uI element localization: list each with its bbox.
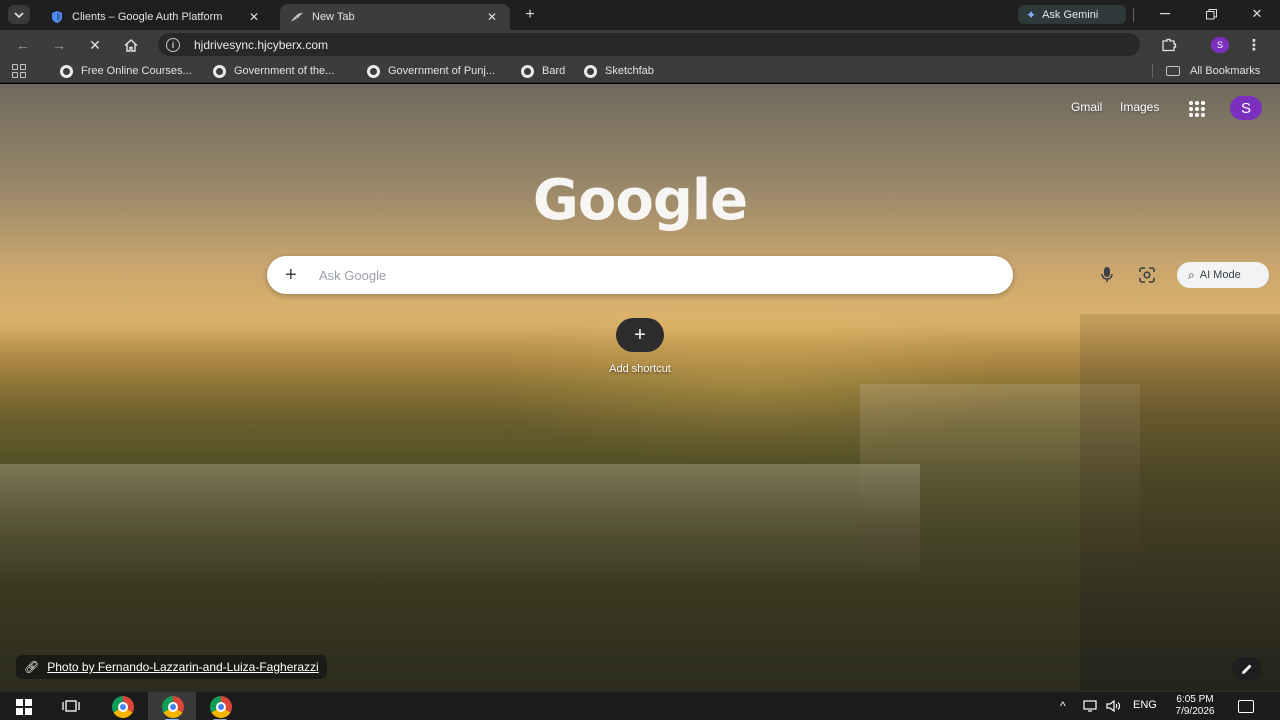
clock[interactable]: 6:05 PM 7/9/2026 xyxy=(1166,694,1224,718)
plus-icon: + xyxy=(634,323,646,346)
chevron-up-icon[interactable]: ^ xyxy=(1060,699,1066,713)
bookmark-item[interactable]: Sketchfab xyxy=(584,63,654,79)
close-window-button[interactable]: ✕ xyxy=(1242,4,1272,24)
restore-icon xyxy=(1205,8,1217,19)
stop-loading-button[interactable]: ✕ xyxy=(84,34,106,56)
all-bookmarks-button[interactable]: All Bookmarks xyxy=(1166,63,1260,79)
globe-icon xyxy=(367,64,380,78)
url-text: hjdrivesync.hjcyberx.com xyxy=(194,37,329,52)
tab-clients[interactable]: Clients – Google Auth Platform ✕ xyxy=(40,4,272,30)
chrome-profile-taskbar-icon[interactable] xyxy=(162,696,184,718)
clock-time: 6:05 PM xyxy=(1176,694,1214,705)
microphone-icon[interactable] xyxy=(1099,265,1115,285)
new-tab-button[interactable]: + xyxy=(520,5,540,25)
chevron-down-icon xyxy=(14,11,24,18)
task-view-icon[interactable] xyxy=(62,699,80,713)
forward-button[interactable]: → xyxy=(48,34,70,56)
toolbar: ← → ✕ i hjdrivesync.hjcyberx.com S ⋮ xyxy=(0,30,1280,59)
gmail-link[interactable]: Gmail xyxy=(1071,100,1102,114)
divider xyxy=(1133,8,1134,22)
bookmark-label: Government of the... xyxy=(234,65,335,77)
forward-arrow-icon: → xyxy=(52,37,66,53)
bookmark-label: Free Online Courses... xyxy=(81,65,192,77)
search-input[interactable] xyxy=(319,264,819,286)
more-menu-icon[interactable]: ⋮ xyxy=(1244,34,1264,56)
ai-mode-button[interactable]: ⌕ AI Mode xyxy=(1177,262,1269,288)
back-arrow-icon: ← xyxy=(16,37,30,53)
ask-gemini-label: Ask Gemini xyxy=(1042,8,1099,21)
search-box: + ⌕ AI Mode xyxy=(267,256,1269,294)
ai-search-icon: ⌕ xyxy=(1188,267,1195,282)
bookmark-label: Sketchfab xyxy=(605,65,654,77)
globe-icon xyxy=(521,64,534,78)
add-shortcut-label: Add shortcut xyxy=(609,363,671,375)
close-icon: ✕ xyxy=(1251,6,1263,21)
all-bookmarks-label: All Bookmarks xyxy=(1190,65,1261,77)
minimize-icon xyxy=(1160,13,1170,15)
tab-search-button[interactable] xyxy=(8,5,30,24)
bookmark-item[interactable]: Government of the... xyxy=(213,63,334,79)
ask-gemini-button[interactable]: ✦ Ask Gemini xyxy=(1018,5,1126,24)
network-icon[interactable] xyxy=(1083,700,1099,712)
clock-date: 7/9/2026 xyxy=(1175,706,1215,717)
shield-icon xyxy=(50,10,64,24)
address-bar[interactable]: i hjdrivesync.hjcyberx.com xyxy=(158,33,1140,56)
google-logo: Google xyxy=(532,168,748,233)
minimize-button[interactable] xyxy=(1150,4,1180,24)
google-apps-icon[interactable] xyxy=(1189,101,1205,117)
tab-title: Clients – Google Auth Platform xyxy=(72,11,223,23)
chrome-taskbar-icon[interactable] xyxy=(112,696,134,718)
pencil-icon xyxy=(1242,664,1252,674)
puzzle-icon xyxy=(1162,38,1177,52)
back-button[interactable]: ← xyxy=(12,34,34,56)
home-icon xyxy=(124,38,138,52)
restore-button[interactable] xyxy=(1196,4,1226,24)
avatar[interactable]: S xyxy=(1230,96,1262,120)
windows-start-icon[interactable] xyxy=(16,699,32,715)
globe-icon xyxy=(213,64,226,78)
close-tab-icon[interactable]: ✕ xyxy=(484,9,500,25)
google-lens-icon[interactable] xyxy=(1138,267,1156,283)
background-photo xyxy=(0,464,920,584)
taskbar: ^ ENG 6:05 PM 7/9/2026 xyxy=(0,691,1280,720)
bird-icon xyxy=(290,10,304,24)
apps-icon[interactable] xyxy=(12,64,26,78)
globe-icon xyxy=(60,64,73,78)
photo-credit-link[interactable]: 🔗︎ Photo by Fernando-Lazzarin-and-Luiza-… xyxy=(16,655,327,679)
notification-icon[interactable] xyxy=(1238,700,1254,713)
home-button[interactable] xyxy=(120,34,142,56)
extensions-button[interactable] xyxy=(1158,34,1180,56)
bookmarks-bar: Free Online Courses... Government of the… xyxy=(0,59,1280,83)
plus-icon: + xyxy=(525,6,535,23)
add-attachment-icon[interactable]: + xyxy=(285,263,297,287)
bookmark-item[interactable]: Bard xyxy=(521,63,565,79)
add-shortcut-button[interactable]: + xyxy=(616,318,664,352)
link-icon: 🔗︎ xyxy=(24,660,40,674)
chrome-profile-taskbar-icon[interactable] xyxy=(210,696,232,718)
volume-icon[interactable] xyxy=(1106,700,1122,712)
photo-credit-text: Photo by Fernando-Lazzarin-and-Luiza-Fag… xyxy=(47,660,319,674)
language-indicator[interactable]: ENG xyxy=(1133,699,1157,711)
profile-button[interactable]: S xyxy=(1211,37,1229,53)
site-info-icon[interactable]: i xyxy=(166,37,180,52)
ai-mode-label: AI Mode xyxy=(1199,269,1241,281)
globe-icon xyxy=(584,64,597,78)
gemini-spark-icon: ✦ xyxy=(1026,7,1037,22)
bookmark-label: Government of Punj... xyxy=(388,65,495,77)
customize-button[interactable] xyxy=(1232,657,1262,681)
images-link[interactable]: Images xyxy=(1120,100,1159,114)
tab-strip: Clients – Google Auth Platform ✕ New Tab… xyxy=(0,0,1280,30)
bookmark-item[interactable]: Free Online Courses... xyxy=(60,63,192,79)
close-tab-icon[interactable]: ✕ xyxy=(246,9,262,25)
background-photo xyxy=(1080,314,1280,691)
close-icon: ✕ xyxy=(89,36,101,53)
divider xyxy=(1152,64,1153,78)
tab-title: New Tab xyxy=(312,11,355,23)
tab-new-tab[interactable]: New Tab ✕ xyxy=(280,4,510,30)
new-tab-page: Gmail Images S Google + ⌕ AI Mode + Add … xyxy=(0,84,1280,691)
bookmark-label: Bard xyxy=(542,65,566,77)
folder-icon xyxy=(1166,66,1180,76)
bookmark-item[interactable]: Government of Punj... xyxy=(367,63,495,79)
